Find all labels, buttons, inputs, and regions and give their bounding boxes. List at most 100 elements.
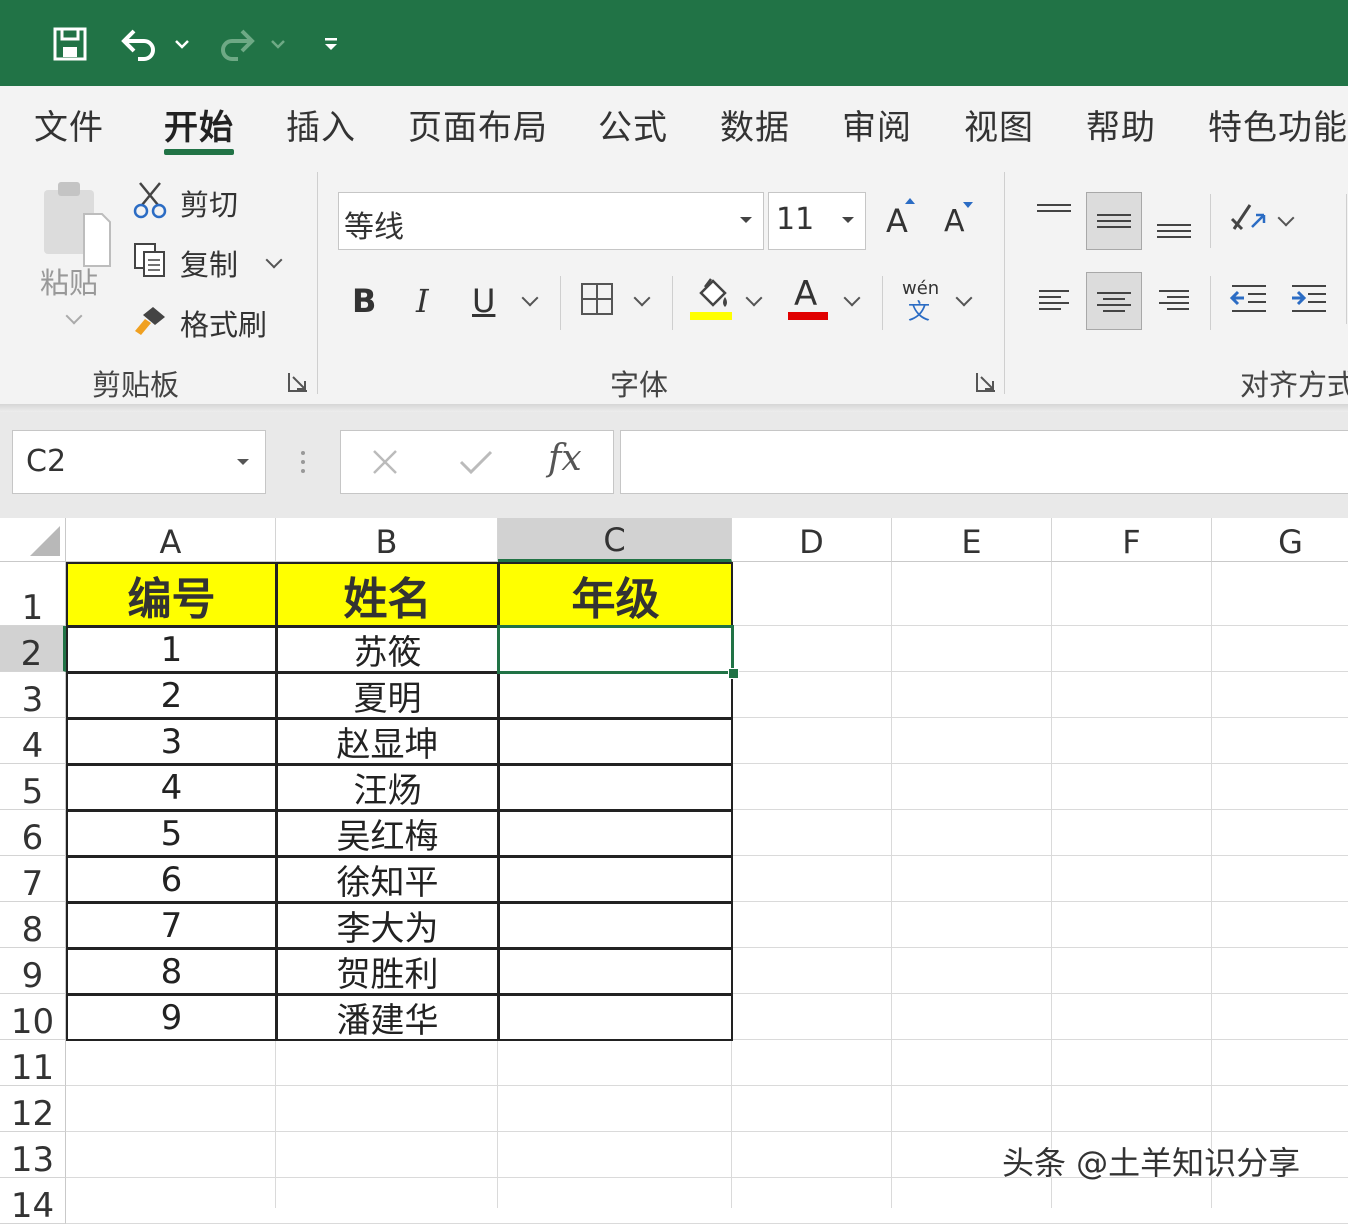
cell-c5[interactable] <box>498 764 733 811</box>
cell-c8[interactable] <box>498 902 733 949</box>
column-header-b[interactable]: B <box>276 518 498 562</box>
column-header-c[interactable]: C <box>498 518 732 562</box>
row-header-11[interactable]: 11 <box>0 1040 66 1086</box>
customize-icon[interactable] <box>318 22 344 66</box>
orientation-icon[interactable] <box>1226 198 1270 238</box>
cell-b10[interactable]: 潘建华 <box>276 994 499 1041</box>
tab-page-layout[interactable]: 页面布局 <box>408 100 548 149</box>
tab-file[interactable]: 文件 <box>34 100 104 149</box>
cell-a7[interactable]: 6 <box>66 856 277 903</box>
cell-a4[interactable]: 3 <box>66 718 277 765</box>
tab-help[interactable]: 帮助 <box>1086 100 1156 149</box>
row-header-10[interactable]: 10 <box>0 994 66 1040</box>
row-header-13[interactable]: 13 <box>0 1132 66 1178</box>
borders-dropdown-icon[interactable] <box>633 289 651 307</box>
cell-c3[interactable] <box>498 672 733 719</box>
fill-color-icon[interactable] <box>690 276 732 314</box>
phonetic-dropdown-icon[interactable] <box>955 289 973 307</box>
undo-icon[interactable] <box>118 22 162 66</box>
row-header-3[interactable]: 3 <box>0 672 66 718</box>
copy-label[interactable]: 复制 <box>180 242 238 284</box>
scissors-icon[interactable] <box>130 180 170 220</box>
formula-bar-grip-icon[interactable] <box>296 444 310 480</box>
align-bottom-icon[interactable] <box>1154 214 1194 244</box>
orientation-dropdown-icon[interactable] <box>1277 209 1295 227</box>
cell-a9[interactable]: 8 <box>66 948 277 995</box>
cell-b3[interactable]: 夏明 <box>276 672 499 719</box>
decrease-indent-icon[interactable] <box>1226 282 1270 316</box>
paste-icon[interactable] <box>36 178 116 272</box>
formula-input[interactable] <box>620 430 1348 494</box>
undo-dropdown-icon[interactable] <box>172 22 192 66</box>
cell-b9[interactable]: 贺胜利 <box>276 948 499 995</box>
insert-function-button[interactable]: fx <box>548 438 582 479</box>
copy-icon[interactable] <box>130 240 170 280</box>
cell-b6[interactable]: 吴红梅 <box>276 810 499 857</box>
row-header-2[interactable]: 2 <box>0 626 66 672</box>
row-header-7[interactable]: 7 <box>0 856 66 902</box>
row-header-14[interactable]: 14 <box>0 1178 66 1224</box>
tab-data[interactable]: 数据 <box>720 100 790 149</box>
tab-home[interactable]: 开始 <box>164 100 234 149</box>
format-painter-label[interactable]: 格式刷 <box>180 302 267 344</box>
underline-button[interactable]: U <box>472 282 495 320</box>
fill-handle[interactable] <box>728 668 739 679</box>
tab-special-features[interactable]: 特色功能 <box>1208 100 1348 149</box>
cell-b7[interactable]: 徐知平 <box>276 856 499 903</box>
name-box-dropdown-icon[interactable] <box>232 452 254 472</box>
font-launcher-icon[interactable] <box>974 370 998 394</box>
cell-a8[interactable]: 7 <box>66 902 277 949</box>
paste-label[interactable]: 粘贴 <box>40 260 98 302</box>
cell-a6[interactable]: 5 <box>66 810 277 857</box>
bold-button[interactable]: B <box>352 282 376 320</box>
row-header-8[interactable]: 8 <box>0 902 66 948</box>
cancel-icon[interactable] <box>366 444 404 480</box>
row-header-5[interactable]: 5 <box>0 764 66 810</box>
grow-font-button[interactable]: A <box>886 202 908 240</box>
font-color-button[interactable]: A <box>794 274 817 314</box>
column-header-a[interactable]: A <box>66 518 276 562</box>
font-color-dropdown-icon[interactable] <box>843 289 861 307</box>
column-header-g[interactable]: G <box>1212 518 1348 562</box>
underline-dropdown-icon[interactable] <box>521 289 539 307</box>
column-header-f[interactable]: F <box>1052 518 1212 562</box>
header-cell-a1[interactable]: 编号 <box>66 562 277 627</box>
cell-b8[interactable]: 李大为 <box>276 902 499 949</box>
cell-a10[interactable]: 9 <box>66 994 277 1041</box>
cell-a3[interactable]: 2 <box>66 672 277 719</box>
row-header-1[interactable]: 1 <box>0 562 66 626</box>
column-header-e[interactable]: E <box>892 518 1052 562</box>
italic-button[interactable]: I <box>416 282 429 320</box>
row-header-12[interactable]: 12 <box>0 1086 66 1132</box>
redo-icon[interactable] <box>214 22 258 66</box>
row-header-9[interactable]: 9 <box>0 948 66 994</box>
align-left-icon[interactable] <box>1034 284 1074 314</box>
paste-dropdown-icon[interactable] <box>65 307 83 325</box>
cell-a2[interactable]: 1 <box>66 626 277 673</box>
cell-b2[interactable]: 苏筱 <box>276 626 499 673</box>
cell-c6[interactable] <box>498 810 733 857</box>
borders-icon[interactable] <box>578 280 616 318</box>
cell-b5[interactable]: 汪炀 <box>276 764 499 811</box>
format-painter-icon[interactable] <box>130 300 170 340</box>
header-cell-b1[interactable]: 姓名 <box>276 562 499 627</box>
save-icon[interactable] <box>50 22 90 66</box>
tab-formulas[interactable]: 公式 <box>598 100 668 149</box>
font-name-dropdown-icon[interactable] <box>736 210 756 230</box>
select-all-corner[interactable] <box>0 518 66 562</box>
copy-dropdown-icon[interactable] <box>265 251 283 269</box>
tab-view[interactable]: 视图 <box>964 100 1034 149</box>
align-top-icon[interactable] <box>1034 198 1074 228</box>
phonetic-bottom-label[interactable]: 文 <box>908 294 930 326</box>
cell-c10[interactable] <box>498 994 733 1041</box>
row-header-6[interactable]: 6 <box>0 810 66 856</box>
align-right-icon[interactable] <box>1154 284 1194 314</box>
tab-insert[interactable]: 插入 <box>286 100 356 149</box>
cell-b4[interactable]: 赵显坤 <box>276 718 499 765</box>
header-cell-c1[interactable]: 年级 <box>498 562 733 627</box>
increase-indent-icon[interactable] <box>1286 282 1330 316</box>
tab-review[interactable]: 审阅 <box>842 100 912 149</box>
cut-label[interactable]: 剪切 <box>180 182 238 224</box>
fill-color-dropdown-icon[interactable] <box>745 289 763 307</box>
redo-dropdown-icon[interactable] <box>268 22 288 66</box>
